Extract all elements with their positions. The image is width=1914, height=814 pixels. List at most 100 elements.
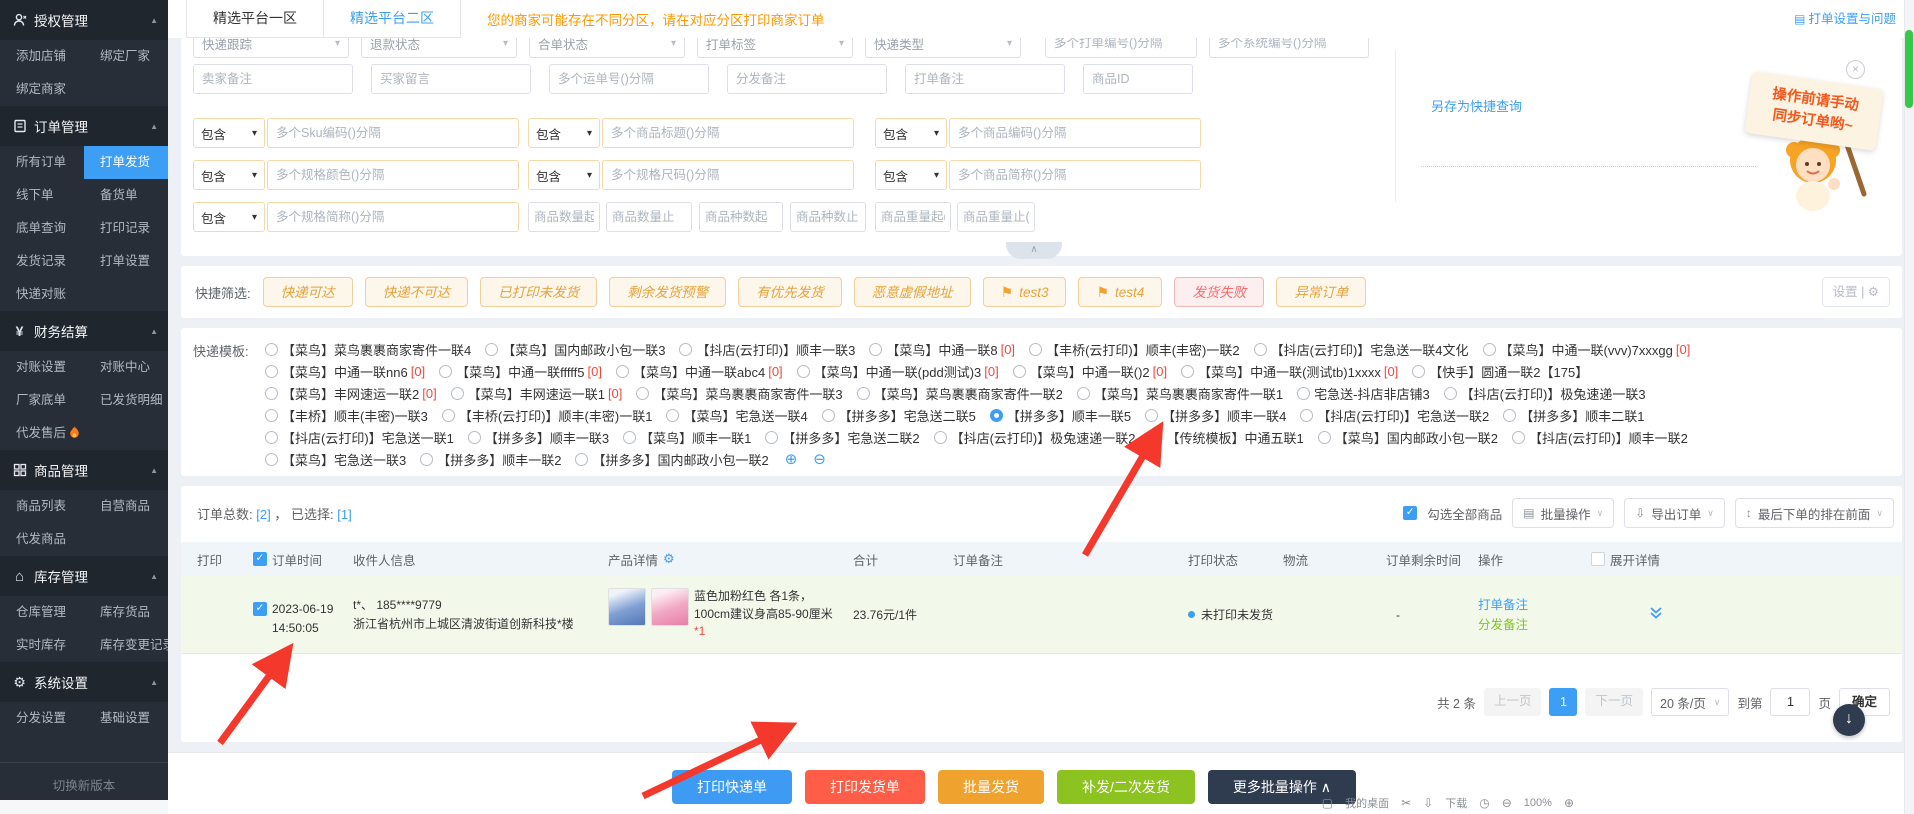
filter-select-1[interactable]: 快递跟踪▾ [193,38,349,58]
dist-remark-input[interactable] [727,64,887,94]
kind-to-input[interactable] [790,202,866,232]
product-thumbnail-2[interactable] [651,588,689,626]
tab-platform-zone-1[interactable]: 精选平台一区 [186,0,324,38]
template-radio-option[interactable]: 【快手】圆通一联2【175】 [1412,362,1588,381]
template-radio-option[interactable]: 【菜鸟】中通一联(vvv)7xxxgg[0] [1483,340,1691,359]
quick-filter-button-发货失败[interactable]: 发货失败 [1174,277,1264,307]
template-radio-option[interactable]: 【拼多多】顺丰一联4 [1145,406,1286,425]
scrollbar-thumb[interactable] [1905,30,1913,108]
column-settings-icon[interactable]: ⚙ [663,551,675,567]
print-express-button[interactable]: 打印快递单 [672,770,792,804]
template-radio-option[interactable]: 【菜鸟】中通一联(pdd测试)3[0] [797,362,999,381]
scrollbar-track[interactable] [1904,0,1914,814]
goto-page-input[interactable] [1770,688,1810,716]
filter-select-4[interactable]: 打单标签▾ [697,38,853,58]
template-radio-option[interactable]: 【菜鸟】菜鸟裹裹商家寄件一联1 [1077,384,1283,403]
spec-size-input[interactable] [602,160,854,190]
contain-select[interactable]: 包含▾ [875,118,947,148]
reship-button[interactable]: 补发/二次发货 [1057,770,1195,804]
sidebar-item-添加店铺[interactable]: 添加店铺 [0,40,84,73]
select-all-rows-checkbox[interactable] [253,552,267,566]
template-radio-option[interactable]: 【拼多多】宅急送二联2 [765,428,919,447]
template-radio-option[interactable]: 【菜鸟】中通一联()2[0] [1013,362,1167,381]
download-label[interactable]: 下载 [1445,795,1467,811]
contain-select[interactable]: 包含▾ [193,118,265,148]
sidebar-item-实时库存[interactable]: 实时库存 [0,629,84,662]
template-radio-option[interactable]: 【抖店(云打印)】宅急送一联2 [1300,406,1489,425]
desktop-icon[interactable]: ▢ [1322,796,1333,810]
sidebar-item-所有订单[interactable]: 所有订单 [0,146,84,179]
row-checkbox[interactable] [253,602,267,616]
print-remark-link[interactable]: 打单备注 [1478,595,1591,615]
template-radio-option[interactable]: 【菜鸟】国内邮政小包一联2 [1318,428,1498,447]
batch-ship-button[interactable]: 批量发货 [938,770,1044,804]
sidebar-item-对账中心[interactable]: 对账中心 [84,351,168,384]
quick-filter-button-已打印未发货[interactable]: 已打印未发货 [480,277,597,307]
template-radio-option[interactable]: 【拼多多】宅急送二联5 [822,406,976,425]
page-size-select[interactable]: 20 条/页∨ [1651,688,1729,716]
template-radio-option[interactable]: 【拼多多】国内邮政小包一联2 [575,450,768,469]
quick-filter-button-快递不可达[interactable]: 快递不可达 [365,277,469,307]
sidebar-item-打单设置[interactable]: 打单设置 [84,245,168,278]
template-radio-option[interactable]: 【拼多多】顺丰二联1 [1503,406,1644,425]
close-icon[interactable]: × [1846,60,1865,79]
template-radio-option[interactable]: 【传统模板】中通五联1 [1149,428,1303,447]
sidebar-section-auth[interactable]: 授权管理▲ [0,0,168,40]
sidebar-item-对账设置[interactable]: 对账设置 [0,351,84,384]
sidebar-item-线下单[interactable]: 线下单 [0,179,84,212]
batch-operations-button[interactable]: ▤批量操作∨ [1512,498,1614,528]
sidebar-item-绑定厂家[interactable]: 绑定厂家 [84,40,168,73]
download-icon[interactable]: ⇩ [1423,796,1433,810]
qty-to-input[interactable] [606,202,692,232]
template-radio-option[interactable]: 【菜鸟】宅急送一联3 [265,450,406,469]
sidebar-section-inventory[interactable]: ⌂库存管理▲ [0,556,168,596]
sidebar-item-打印记录[interactable]: 打印记录 [84,212,168,245]
system-no-input[interactable] [1209,38,1369,58]
clock-icon[interactable]: ◷ [1479,796,1489,810]
template-radio-option[interactable]: 【抖店(云打印)】顺丰一联2 [1512,428,1688,447]
dist-remark-link[interactable]: 分发备注 [1478,615,1591,635]
contain-select[interactable]: 包含▾ [528,118,600,148]
scroll-to-bottom-button[interactable]: ↓ [1833,704,1865,736]
filter-select-5[interactable]: 快递类型▾ [865,38,1021,58]
template-radio-option[interactable]: 【抖店(云打印)】顺丰一联3 [679,340,855,359]
template-radio-option[interactable]: 【菜鸟】丰网速运一联1[0] [451,384,623,403]
sidebar-item-仓库管理[interactable]: 仓库管理 [0,596,84,629]
seller-remark-input[interactable] [193,64,353,94]
sidebar-item-厂家底单[interactable]: 厂家底单 [0,384,84,417]
filter-select-2[interactable]: 退款状态▾ [361,38,517,58]
quick-filter-button-test4[interactable]: ⚑test4 [1078,277,1162,307]
template-radio-option[interactable]: 【菜鸟】菜鸟裹裹商家寄件一联3 [636,384,842,403]
switch-new-version-link[interactable]: 切换新版本 [0,762,168,794]
template-radio-option[interactable]: 【丰桥】顺丰(丰密)一联3 [265,406,428,425]
template-radio-option[interactable]: 【抖店(云打印)】宅急送一联1 [265,428,454,447]
print-remark-input[interactable] [905,64,1065,94]
waybill-no-input[interactable] [549,64,709,94]
template-radio-option[interactable]: 【菜鸟】顺丰一联1 [623,428,751,447]
template-radio-option[interactable]: 【拼多多】顺丰一联2 [420,450,561,469]
template-radio-option[interactable]: 【丰桥(云打印)】顺丰(丰密)一联2 [1029,340,1240,359]
sidebar-item-快递对账[interactable]: 快递对账 [0,278,84,311]
template-radio-option[interactable]: 【菜鸟】菜鸟裹裹商家寄件一联4 [265,340,471,359]
template-radio-option[interactable]: 【菜鸟】中通一联(测试tb)1xxxx[0] [1181,362,1398,381]
expand-detail-checkbox[interactable] [1591,552,1605,566]
prev-page-button[interactable]: 上一页 [1484,688,1542,716]
scissors-icon[interactable]: ✂ [1401,796,1411,810]
template-radio-option[interactable]: 【拼多多】顺丰一联5 [990,406,1131,425]
next-page-button[interactable]: 下一页 [1585,688,1643,716]
template-radio-option[interactable]: 宅急送-抖店非店铺3 [1297,384,1430,403]
product-id-input[interactable] [1083,64,1193,94]
quick-filter-button-剩余发货预警[interactable]: 剩余发货预警 [609,277,726,307]
contain-select[interactable]: 包含▾ [875,160,947,190]
template-radio-option[interactable]: 【菜鸟】丰网速运一联2[0] [265,384,437,403]
contain-select[interactable]: 包含▾ [193,202,265,232]
double-chevron-down-icon[interactable] [1648,605,1664,621]
template-radio-option[interactable]: 【菜鸟】宅急送一联4 [666,406,807,425]
template-radio-option[interactable]: 【抖店(云打印)】极兔速递一联3 [1444,384,1646,403]
sidebar-item-商品列表[interactable]: 商品列表 [0,490,84,523]
product-short-name-input[interactable] [949,160,1201,190]
desktop-label[interactable]: 我的桌面 [1345,795,1389,811]
current-page-button[interactable]: 1 [1549,688,1577,716]
quick-filter-button-快递可达[interactable]: 快递可达 [263,277,353,307]
kind-from-input[interactable] [699,202,783,232]
